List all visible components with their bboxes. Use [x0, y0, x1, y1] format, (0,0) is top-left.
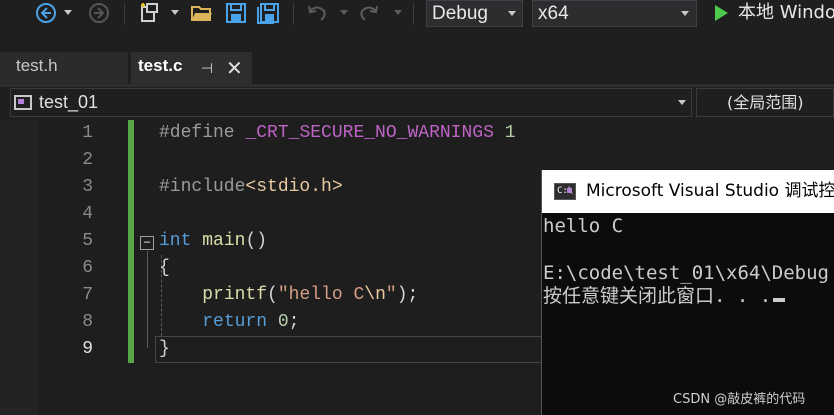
string-literal: "hello C — [277, 285, 365, 305]
navigation-bar: test_01 (全局范围) — [0, 88, 834, 118]
open-folder-icon[interactable] — [190, 2, 214, 24]
redo-icon[interactable] — [357, 2, 381, 24]
string-literal-end: " — [385, 285, 397, 305]
console-title: Microsoft Visual Studio 调试控制 — [586, 181, 834, 201]
escape-sequence: \n — [364, 285, 386, 305]
solution-configuration-dropdown[interactable]: Debug — [426, 0, 523, 27]
pin-tab-icon[interactable]: ⊣ — [201, 61, 213, 77]
project-label: test_01 — [39, 92, 99, 112]
line-number: 5 — [82, 231, 93, 251]
configuration-label: Debug — [432, 3, 488, 24]
number-literal: 1 — [504, 123, 516, 143]
function-call: printf — [202, 285, 268, 305]
brace: } — [159, 339, 170, 359]
chevron-down-icon — [681, 11, 689, 16]
line-number: 2 — [82, 150, 93, 170]
tab-label: test.c — [138, 56, 183, 75]
new-item-dropdown-icon[interactable] — [171, 10, 179, 15]
function-name: main — [202, 231, 246, 251]
scope-label: (全局范围) — [727, 93, 804, 112]
punctuation: ); — [396, 285, 419, 305]
undo-icon[interactable] — [305, 2, 329, 24]
navigate-forward-icon[interactable] — [87, 2, 111, 24]
outline-guide — [147, 251, 148, 348]
keyword: return — [202, 312, 268, 332]
redo-dropdown-icon[interactable] — [394, 10, 402, 15]
code-line-8[interactable]: return 0; — [159, 309, 299, 336]
console-title-bar[interactable]: C:\ Microsoft Visual Studio 调试控制 — [542, 170, 834, 213]
new-item-icon[interactable] — [137, 2, 163, 24]
save-all-icon[interactable] — [256, 2, 282, 24]
line-number: 7 — [82, 285, 93, 305]
debug-console-window[interactable]: C:\ Microsoft Visual Studio 调试控制 hello C… — [541, 170, 834, 415]
document-tab-strip: test.h test.c — [0, 47, 834, 84]
navigate-back-icon[interactable] — [34, 2, 58, 24]
code-line-3[interactable]: #include<stdio.h> — [159, 174, 343, 201]
collapse-toggle-icon[interactable]: − — [140, 236, 154, 250]
console-prompt-text: 按任意键关闭此窗口. . . — [543, 285, 772, 307]
project-dropdown[interactable]: test_01 — [10, 88, 692, 117]
back-dropdown-icon[interactable] — [64, 10, 72, 15]
code-line-5[interactable]: int main() — [159, 228, 267, 255]
tab-underline — [0, 84, 834, 87]
console-output: hello C E:\code\test_01\x64\Debug 按任意键关闭… — [542, 213, 834, 415]
project-icon — [14, 95, 32, 110]
run-target-label[interactable]: 本地 Windo — [738, 0, 834, 27]
line-number-current: 9 — [82, 339, 93, 359]
toolbar: Debug x64 本地 Windo — [0, 0, 834, 28]
text-cursor — [773, 298, 786, 302]
tab-test-h[interactable]: test.h — [0, 52, 128, 84]
preprocessor-directive: #include — [159, 177, 246, 197]
code-line-9[interactable]: } — [159, 336, 170, 363]
punctuation: () — [245, 231, 268, 251]
keyword: int — [159, 231, 192, 251]
undo-dropdown-icon[interactable] — [340, 10, 348, 15]
line-number: 1 — [82, 123, 93, 143]
code-line-1[interactable]: #define _CRT_SECURE_NO_WARNINGS 1 — [159, 120, 516, 147]
platform-label: x64 — [538, 3, 569, 24]
number-literal: 0 — [277, 312, 289, 332]
macro-name: _CRT_SECURE_NO_WARNINGS — [245, 123, 494, 143]
play-icon — [715, 5, 728, 21]
console-line: 按任意键关闭此窗口. . . — [543, 283, 786, 310]
code-line-7[interactable]: printf("hello C\n"); — [159, 282, 418, 309]
line-number: 4 — [82, 204, 93, 224]
change-tracking-bar — [128, 120, 134, 363]
punctuation: ( — [267, 285, 278, 305]
brace: { — [159, 258, 170, 278]
tab-label: test.h — [16, 56, 58, 75]
editor-glyph-margin — [0, 120, 38, 415]
punctuation: ; — [288, 312, 300, 332]
toolbar-separator — [293, 3, 294, 25]
toolbar-separator — [124, 3, 125, 25]
save-icon[interactable] — [224, 2, 248, 24]
start-debugging-button[interactable] — [710, 2, 732, 24]
chevron-down-icon — [508, 11, 516, 16]
chevron-down-icon — [678, 100, 686, 105]
console-app-icon: C:\ — [554, 183, 576, 200]
solution-platform-dropdown[interactable]: x64 — [532, 0, 697, 27]
preprocessor-directive: #define — [159, 123, 235, 143]
close-tab-icon[interactable]: ✕ — [226, 56, 243, 80]
line-number: 8 — [82, 312, 93, 332]
toolbar-separator — [413, 3, 414, 25]
console-line: hello C — [543, 215, 624, 237]
include-header: <stdio.h> — [245, 177, 343, 197]
line-number: 6 — [82, 258, 93, 278]
code-line-6[interactable]: { — [159, 255, 170, 282]
watermark: CSDN @敲皮裤的代码 — [673, 392, 806, 407]
scope-dropdown[interactable]: (全局范围) — [696, 88, 834, 117]
line-number: 3 — [82, 177, 93, 197]
